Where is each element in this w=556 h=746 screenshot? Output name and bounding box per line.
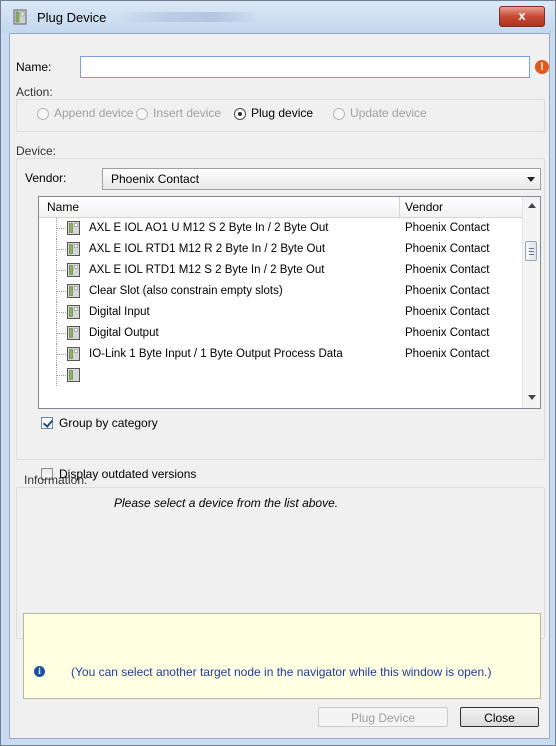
vertical-scrollbar[interactable]	[522, 197, 540, 408]
vendor-select[interactable]: Phoenix Contact	[102, 168, 541, 190]
column-header-vendor[interactable]: Vendor	[405, 200, 443, 214]
list-item[interactable]: Digital Input Phoenix Contact	[39, 302, 522, 323]
radio-label: Insert device	[153, 106, 222, 120]
radio-button[interactable]	[333, 108, 345, 120]
tree-connector	[57, 270, 66, 271]
list-item[interactable]: IO-Link 1 Byte Input / 1 Byte Output Pro…	[39, 344, 522, 365]
tree-connector	[57, 228, 66, 229]
name-input[interactable]	[80, 56, 530, 78]
device-icon	[13, 9, 27, 25]
device-module-icon	[67, 347, 80, 361]
hint-panel	[23, 613, 541, 699]
action-label: Action:	[16, 85, 53, 99]
plug-device-window: Plug Device x Name: ! Action: Append dev…	[0, 0, 556, 746]
scroll-down-icon[interactable]	[528, 395, 536, 400]
chevron-down-icon[interactable]	[527, 177, 535, 182]
device-name: IO-Link 1 Byte Input / 1 Byte Output Pro…	[89, 348, 343, 360]
grip-line	[529, 248, 534, 249]
window-title: Plug Device	[37, 10, 107, 25]
device-name: Digital Input	[89, 306, 150, 318]
device-label: Device:	[16, 144, 57, 158]
device-list[interactable]: Name Vendor AXL E IOL AO1 U M12 S 2 Byte…	[38, 196, 541, 409]
radio-button[interactable]	[136, 108, 148, 120]
information-label: Information:	[24, 473, 88, 487]
device-vendor: Phoenix Contact	[405, 285, 490, 297]
group-by-category-label: Group by category	[59, 416, 158, 430]
grip-line	[529, 254, 534, 255]
vendor-label: Vendor:	[25, 171, 67, 185]
scroll-thumb[interactable]	[525, 241, 537, 261]
device-vendor: Phoenix Contact	[405, 222, 490, 234]
radio-button[interactable]	[234, 108, 246, 120]
tree-connector	[57, 354, 66, 355]
vendor-selected-value: Phoenix Contact	[111, 172, 200, 186]
radio-label: Update device	[350, 106, 427, 120]
column-header-name[interactable]: Name	[47, 200, 79, 214]
device-vendor: Phoenix Contact	[405, 327, 490, 339]
close-button[interactable]: Close	[460, 707, 539, 727]
radio-button[interactable]	[37, 108, 49, 120]
grip-line	[529, 251, 534, 252]
plug-device-button[interactable]: Plug Device	[318, 707, 448, 727]
tree-connector	[57, 333, 66, 334]
list-item[interactable]: AXL E IOL RTD1 M12 R 2 Byte In / 2 Byte …	[39, 239, 522, 260]
list-item[interactable]: Clear Slot (also constrain empty slots) …	[39, 281, 522, 302]
device-vendor: Phoenix Contact	[405, 348, 490, 360]
device-name: Clear Slot (also constrain empty slots)	[89, 285, 283, 297]
hint-text: (You can select another target node in t…	[71, 665, 492, 679]
list-item-partial[interactable]	[39, 365, 522, 386]
device-module-icon	[67, 242, 80, 256]
list-item[interactable]: AXL E IOL AO1 U M12 S 2 Byte In / 2 Byte…	[39, 218, 522, 239]
device-module-icon	[67, 368, 80, 382]
tree-connector	[57, 291, 66, 292]
device-vendor: Phoenix Contact	[405, 264, 490, 276]
list-item[interactable]: AXL E IOL RTD1 M12 S 2 Byte In / 2 Byte …	[39, 260, 522, 281]
scroll-up-icon[interactable]	[528, 203, 536, 208]
tree-connector	[57, 312, 66, 313]
radio-label: Plug device	[251, 106, 314, 120]
device-name: AXL E IOL RTD1 M12 R 2 Byte In / 2 Byte …	[89, 243, 326, 255]
device-module-icon	[67, 284, 80, 298]
information-text: Please select a device from the list abo…	[114, 496, 339, 510]
info-icon: i	[34, 666, 45, 677]
column-divider[interactable]	[399, 197, 400, 217]
device-name: Digital Output	[89, 327, 159, 339]
device-module-icon	[67, 326, 80, 340]
tree-connector	[57, 375, 66, 376]
device-name: AXL E IOL RTD1 M12 S 2 Byte In / 2 Byte …	[89, 264, 325, 276]
warning-icon: !	[535, 60, 549, 74]
device-module-icon	[67, 263, 80, 277]
name-label: Name:	[16, 60, 52, 74]
device-name: AXL E IOL AO1 U M12 S 2 Byte In / 2 Byte…	[89, 222, 329, 234]
tree-connector	[57, 249, 66, 250]
device-vendor: Phoenix Contact	[405, 306, 490, 318]
list-header: Name Vendor	[39, 197, 522, 218]
list-item[interactable]: Digital Output Phoenix Contact	[39, 323, 522, 344]
device-module-icon	[67, 221, 80, 235]
blurred-tabs	[119, 12, 259, 22]
group-by-category-checkbox[interactable]	[41, 417, 53, 429]
window-close-button[interactable]: x	[499, 6, 545, 27]
device-vendor: Phoenix Contact	[405, 243, 490, 255]
title-bar[interactable]: Plug Device x	[1, 1, 555, 33]
device-module-icon	[67, 305, 80, 319]
radio-label: Append device	[54, 106, 134, 120]
